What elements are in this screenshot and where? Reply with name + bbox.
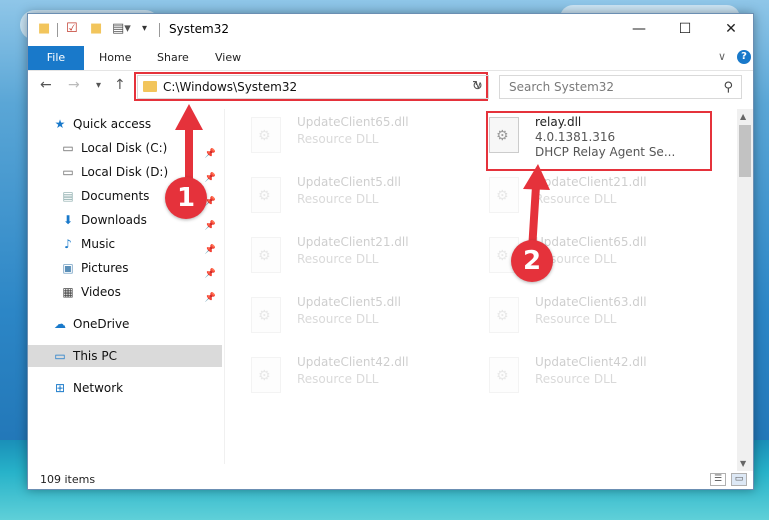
dll-file-icon: ⚙ — [489, 177, 519, 213]
details-view-icon[interactable]: ☰ — [710, 473, 726, 486]
recent-locations-icon[interactable]: ▾ — [96, 80, 101, 91]
pictures-icon: ▣ — [62, 261, 74, 275]
forward-arrow-icon[interactable]: → — [68, 77, 80, 93]
ribbon-tabs: File Home Share View ∨ — [28, 46, 753, 71]
maximize-button[interactable]: ☐ — [662, 14, 708, 44]
pane-divider — [224, 109, 225, 464]
dll-file-icon: ⚙ — [251, 297, 281, 333]
documents-icon: ▤ — [62, 189, 74, 203]
dll-file-icon: ⚙ — [251, 237, 281, 273]
drive-icon: ▭ — [62, 141, 74, 155]
file-item[interactable]: ⚙ UpdateClient5.dll Resource DLL — [233, 169, 453, 223]
relay-dll-highlight-box — [486, 111, 712, 171]
downloads-icon: ⬇ — [62, 213, 74, 227]
item-count: 109 items — [40, 473, 96, 486]
search-icon: ⚲ — [723, 80, 733, 95]
file-item[interactable]: ⚙ UpdateClient42.dll Resource DLL — [471, 349, 691, 403]
file-item[interactable]: ⚙ UpdateClient21.dll Resource DLL — [471, 169, 691, 223]
dll-file-icon: ⚙ — [251, 357, 281, 393]
dll-file-icon: ⚙ — [489, 357, 519, 393]
sidebar-item-music[interactable]: ♪ Music 📌 — [60, 233, 222, 255]
file-item[interactable]: ⚙ UpdateClient5.dll Resource DLL — [233, 289, 453, 343]
star-icon: ★ — [54, 117, 66, 131]
file-item[interactable]: ⚙ UpdateClient65.dll Resource DLL — [233, 109, 453, 163]
scroll-up-icon[interactable]: ▲ — [740, 112, 746, 121]
divider — [57, 23, 58, 37]
folder-icon: ■ — [38, 21, 51, 36]
step-marker-1: 1 — [165, 177, 207, 219]
new-folder-icon[interactable]: ■ — [90, 22, 102, 36]
tab-home[interactable]: Home — [99, 46, 131, 70]
navigation-bar: ← → ▾ ↑ C:\Windows\System32 ∨ ↻ Search S… — [28, 72, 753, 102]
network-icon: ⊞ — [54, 381, 66, 395]
chevron-down-icon[interactable]: ▾ — [142, 22, 147, 36]
dll-file-icon: ⚙ — [251, 177, 281, 213]
expand-ribbon-icon[interactable]: ∨ — [718, 50, 726, 63]
sidebar-item-network[interactable]: ⊞ Network — [52, 377, 123, 399]
scrollbar-thumb[interactable] — [739, 125, 751, 177]
drive-icon: ▭ — [62, 165, 74, 179]
cloud-icon: ☁ — [54, 317, 66, 331]
large-icons-view-icon[interactable]: ▭ — [731, 473, 747, 486]
status-bar: 109 items ☰ ▭ — [28, 470, 753, 489]
file-item[interactable]: ⚙ UpdateClient42.dll Resource DLL — [233, 349, 453, 403]
sidebar-item-videos[interactable]: ▦ Videos 📌 — [60, 281, 222, 303]
music-icon: ♪ — [64, 237, 72, 251]
step-marker-2: 2 — [511, 240, 553, 282]
dll-file-icon: ⚙ — [489, 297, 519, 333]
tab-share[interactable]: Share — [157, 46, 189, 70]
file-item[interactable]: ⚙ UpdateClient21.dll Resource DLL — [233, 229, 453, 283]
properties-icon[interactable]: ☑ — [66, 22, 78, 36]
navigation-pane: ★ Quick access ▭ Local Disk (C:) 📌 ▭ Local … — [28, 109, 222, 469]
close-button[interactable]: ✕ — [708, 14, 753, 44]
refresh-icon[interactable]: ↻ — [467, 75, 489, 99]
file-item[interactable]: ⚙ UpdateClient63.dll Resource DLL — [471, 289, 691, 343]
customize-toolbar-icon[interactable]: ▤▾ — [112, 22, 131, 36]
sidebar-item-local-disk-c[interactable]: ▭ Local Disk (C:) 📌 — [60, 137, 222, 159]
scroll-down-icon[interactable]: ▼ — [740, 459, 746, 468]
sidebar-item-onedrive[interactable]: ☁ OneDrive — [52, 313, 129, 335]
sidebar-item-this-pc[interactable]: ▭ This PC — [52, 345, 117, 367]
help-icon[interactable]: ? — [737, 50, 751, 64]
tab-file[interactable]: File — [28, 46, 84, 70]
videos-icon: ▦ — [62, 285, 74, 299]
tab-view[interactable]: View — [215, 46, 241, 70]
file-explorer-window: ■ ☑ ■ ▤▾ ▾ System32 — ☐ ✕ File Home Shar… — [27, 13, 754, 490]
computer-icon: ▭ — [54, 349, 66, 363]
dll-file-icon: ⚙ — [251, 117, 281, 153]
title-bar: ■ ☑ ■ ▤▾ ▾ System32 — ☐ ✕ — [28, 14, 753, 46]
search-box[interactable]: Search System32 ⚲ — [499, 75, 742, 99]
back-arrow-icon[interactable]: ← — [40, 77, 52, 93]
vertical-scrollbar[interactable]: ▲ ▼ — [737, 109, 753, 471]
pin-icon: 📌 — [204, 293, 216, 303]
divider — [159, 23, 160, 37]
address-highlight-box — [134, 72, 488, 101]
sidebar-item-quick-access[interactable]: ★ Quick access — [52, 113, 152, 135]
window-title: System32 — [169, 22, 230, 36]
minimize-button[interactable]: — — [616, 14, 662, 44]
search-placeholder: Search System32 — [509, 80, 615, 94]
up-arrow-icon[interactable]: ↑ — [114, 77, 126, 93]
sidebar-item-pictures[interactable]: ▣ Pictures 📌 — [60, 257, 222, 279]
file-item[interactable]: ⚙ UpdateClient65.dll Resource DLL — [471, 229, 691, 283]
